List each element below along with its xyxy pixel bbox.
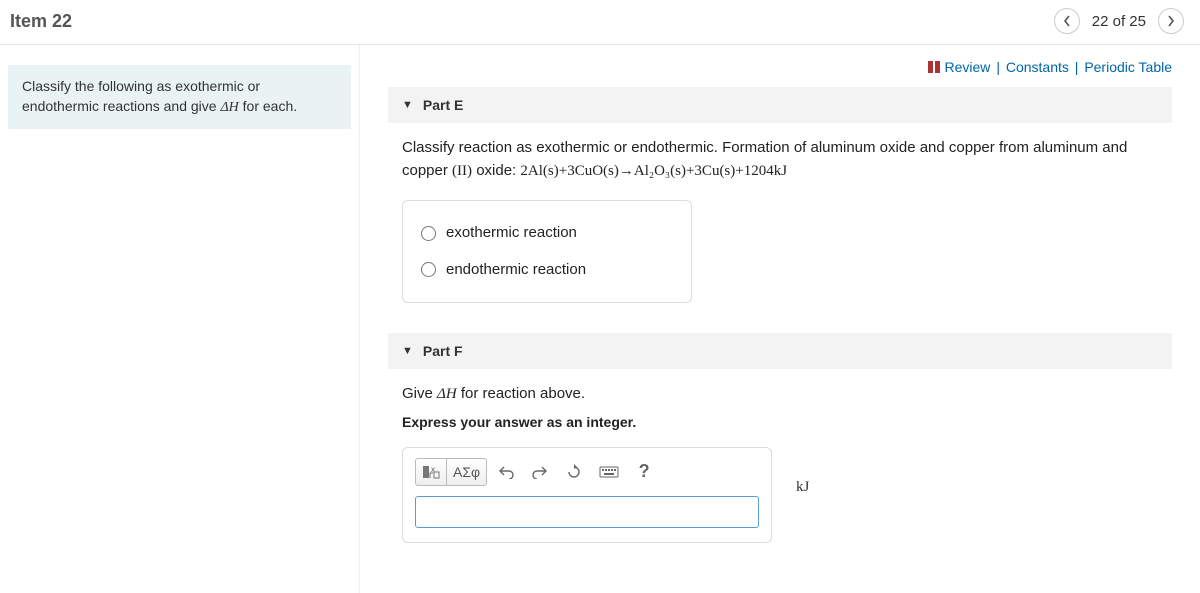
answer-toolbar: x ΑΣφ xyxy=(415,458,759,486)
chevron-left-icon xyxy=(1063,15,1071,27)
answer-input[interactable] xyxy=(415,496,759,528)
item-title: Item 22 xyxy=(10,11,72,32)
question-prompt: Classify the following as exothermic or … xyxy=(8,65,351,129)
review-link[interactable]: Review xyxy=(945,59,991,75)
reset-button[interactable] xyxy=(559,458,589,486)
template-icon: x xyxy=(422,464,440,480)
flag-icon xyxy=(927,60,941,77)
template-button[interactable]: x xyxy=(415,458,447,486)
part-f-q-after: for reaction above. xyxy=(457,385,585,402)
part-e-label: Part E xyxy=(423,97,463,113)
option-exothermic[interactable]: exothermic reaction xyxy=(421,215,673,252)
part-f-delta-h: ΔH xyxy=(437,386,457,402)
link-separator: | xyxy=(1075,59,1079,75)
reset-icon xyxy=(566,464,582,480)
caret-down-icon: ▼ xyxy=(402,345,413,357)
part-e-header[interactable]: ▼ Part E xyxy=(388,87,1172,123)
part-e-roman: (II) xyxy=(452,163,472,179)
unit-label: kJ xyxy=(796,476,809,499)
part-e-question: Classify reaction as exothermic or endot… xyxy=(402,137,1158,182)
part-e-mid: oxide: xyxy=(472,162,520,179)
resource-links: Review | Constants | Periodic Table xyxy=(388,59,1172,77)
constants-link[interactable]: Constants xyxy=(1006,59,1069,75)
redo-button[interactable] xyxy=(525,458,555,486)
part-f-question: Give ΔH for reaction above. xyxy=(402,383,1158,406)
part-f-q-before: Give xyxy=(402,385,437,402)
prompt-text-after: for each. xyxy=(239,98,297,114)
part-e-body: Classify reaction as exothermic or endot… xyxy=(388,137,1172,333)
option-endothermic[interactable]: endothermic reaction xyxy=(421,252,673,289)
part-f-label: Part F xyxy=(423,343,463,359)
next-item-button[interactable] xyxy=(1158,8,1184,34)
item-navigation: 22 of 25 xyxy=(1054,8,1184,34)
undo-button[interactable] xyxy=(491,458,521,486)
chevron-right-icon xyxy=(1167,15,1175,27)
part-e-options: exothermic reaction endothermic reaction xyxy=(402,200,692,303)
undo-icon xyxy=(498,465,514,479)
part-f-instruction: Express your answer as an integer. xyxy=(402,412,1158,433)
greek-button[interactable]: ΑΣφ xyxy=(447,458,487,486)
option-exothermic-label: exothermic reaction xyxy=(446,222,577,245)
keyboard-button[interactable] xyxy=(593,458,625,486)
prompt-delta-h: ΔH xyxy=(220,100,238,115)
redo-icon xyxy=(532,465,548,479)
part-f-header[interactable]: ▼ Part F xyxy=(388,333,1172,369)
prev-item-button[interactable] xyxy=(1054,8,1080,34)
answer-box: x ΑΣφ xyxy=(402,447,772,543)
help-button[interactable]: ? xyxy=(629,458,659,486)
part-e-equation: 2Al(s)+3CuO(s)→Al₂O₃(s)+3Cu(s)+1204kJ xyxy=(520,163,787,179)
periodic-table-link[interactable]: Periodic Table xyxy=(1084,59,1172,75)
keyboard-icon xyxy=(599,465,619,479)
caret-down-icon: ▼ xyxy=(402,99,413,111)
option-endothermic-label: endothermic reaction xyxy=(446,259,586,282)
link-separator: | xyxy=(996,59,1000,75)
item-position: 22 of 25 xyxy=(1092,13,1146,30)
part-f-body: Give ΔH for reaction above. Express your… xyxy=(388,383,1172,573)
radio-endothermic[interactable] xyxy=(421,262,436,277)
radio-exothermic[interactable] xyxy=(421,226,436,241)
